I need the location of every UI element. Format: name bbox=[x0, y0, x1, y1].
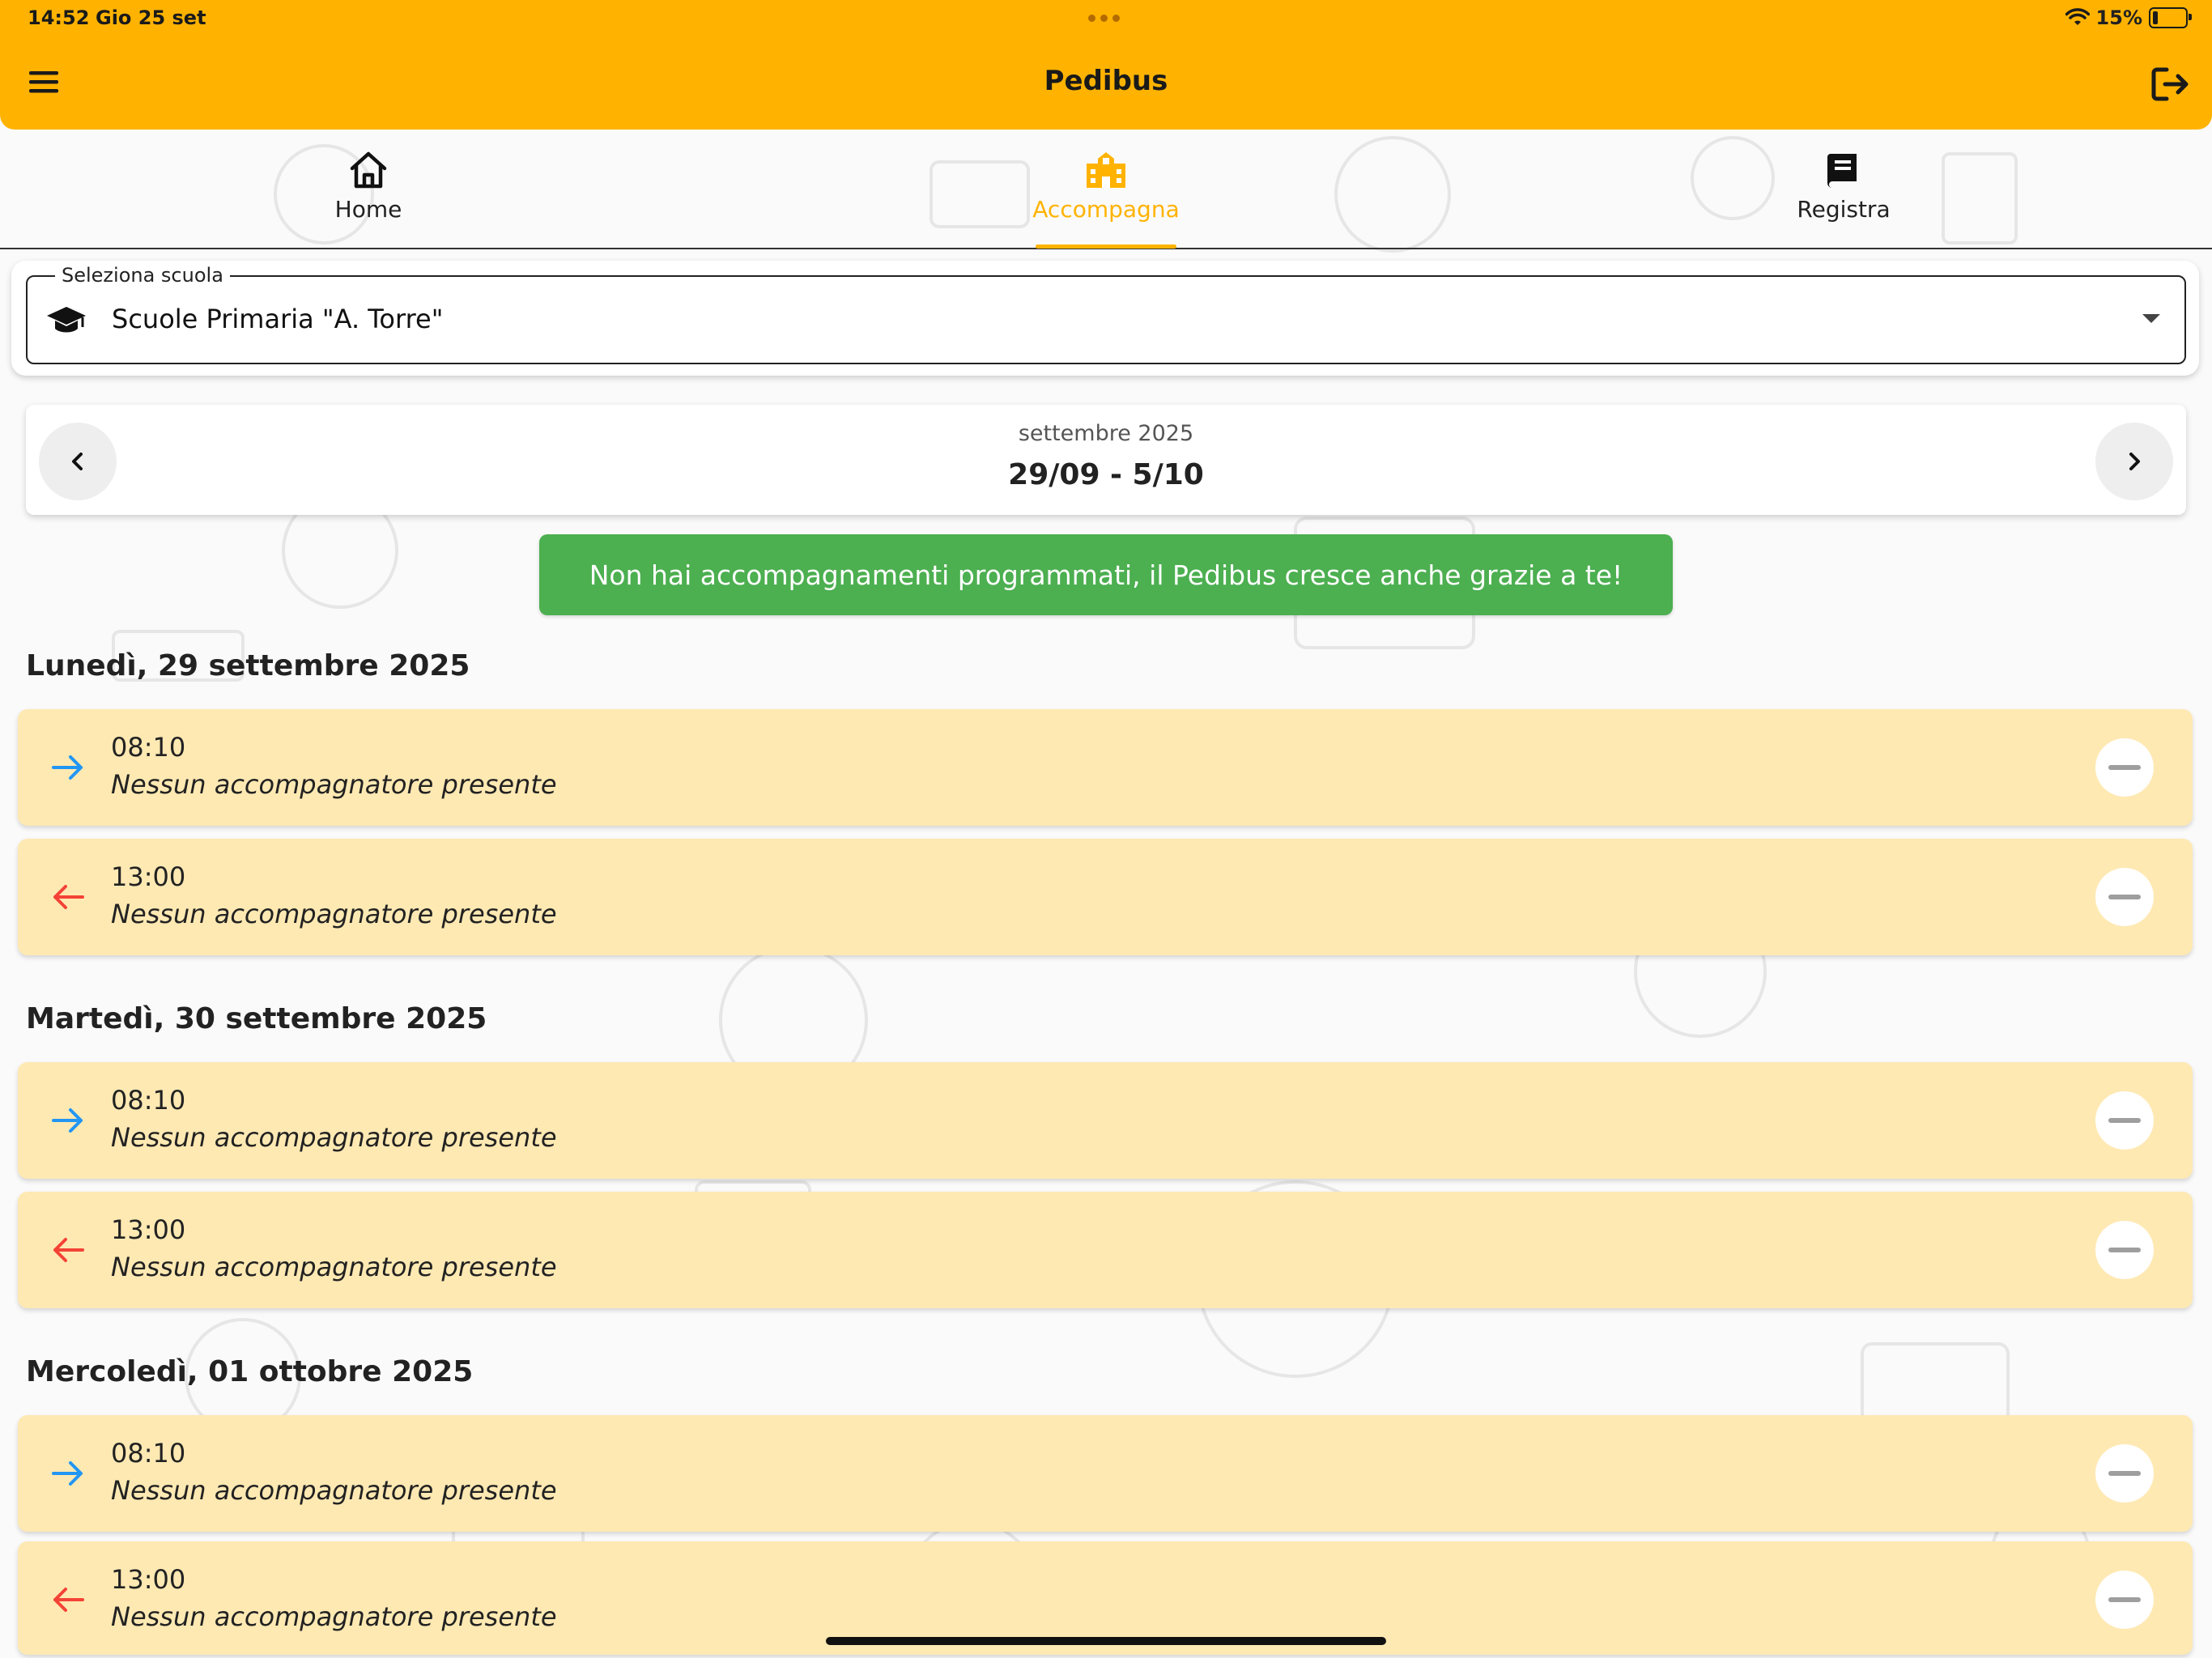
remove-button[interactable] bbox=[2095, 1444, 2154, 1503]
minus-icon bbox=[2108, 765, 2141, 770]
slot-status: Nessun accompagnatore presente bbox=[111, 1601, 557, 1632]
book-icon bbox=[1827, 154, 1857, 188]
slot-row[interactable]: 13:00 Nessun accompagnatore presente bbox=[18, 1192, 2193, 1308]
active-tab-indicator bbox=[1036, 244, 1176, 249]
minus-icon bbox=[2108, 895, 2141, 899]
slot-time: 13:00 bbox=[111, 1214, 186, 1245]
logout-icon[interactable] bbox=[2147, 62, 2193, 107]
info-banner: Non hai accompagnamenti programmati, il … bbox=[539, 534, 1673, 615]
status-date: Gio 25 set bbox=[96, 6, 206, 29]
slot-time: 08:10 bbox=[111, 1438, 186, 1469]
minus-icon bbox=[2108, 1248, 2141, 1252]
school-dropdown[interactable]: Seleziona scuola Scuole Primaria "A. Tor… bbox=[26, 264, 2186, 364]
slot-status: Nessun accompagnatore presente bbox=[111, 1475, 557, 1506]
slot-row[interactable]: 08:10 Nessun accompagnatore presente bbox=[18, 1415, 2193, 1532]
day-title: Lunedì, 29 settembre 2025 bbox=[26, 649, 470, 682]
minus-icon bbox=[2108, 1597, 2141, 1602]
home-icon bbox=[350, 151, 387, 189]
slot-status: Nessun accompagnatore presente bbox=[111, 1252, 557, 1282]
week-navigator: settembre 2025 29/09 - 5/10 bbox=[26, 405, 2186, 515]
arrow-left-icon bbox=[53, 1588, 84, 1612]
next-week-button[interactable] bbox=[2095, 423, 2173, 500]
multitasking-dots[interactable] bbox=[1088, 15, 1120, 22]
tab-home[interactable]: Home bbox=[206, 130, 530, 248]
slot-time: 08:10 bbox=[111, 1085, 186, 1116]
slot-row[interactable]: 13:00 Nessun accompagnatore presente bbox=[18, 839, 2193, 955]
arrow-left-icon bbox=[53, 1238, 84, 1262]
tab-accompagna[interactable]: Accompagna bbox=[944, 130, 1268, 248]
remove-button[interactable] bbox=[2095, 868, 2154, 926]
remove-button[interactable] bbox=[2095, 1091, 2154, 1150]
day-title: Martedì, 30 settembre 2025 bbox=[26, 1002, 487, 1035]
tab-bar: Home Accompagna Registra bbox=[0, 130, 2212, 249]
minus-icon bbox=[2108, 1118, 2141, 1123]
tab-registra[interactable]: Registra bbox=[1682, 130, 2006, 248]
arrow-left-icon bbox=[53, 885, 84, 909]
battery-icon bbox=[2149, 7, 2192, 28]
school-select-label: Seleziona scuola bbox=[55, 264, 230, 287]
slot-time: 13:00 bbox=[111, 1564, 186, 1595]
graduation-cap-icon bbox=[47, 307, 86, 333]
tab-accompagna-label: Accompagna bbox=[1032, 196, 1180, 223]
minus-icon bbox=[2108, 1471, 2141, 1476]
slot-row[interactable]: 08:10 Nessun accompagnatore presente bbox=[18, 1062, 2193, 1179]
week-month: settembre 2025 bbox=[1018, 421, 1194, 446]
home-indicator[interactable] bbox=[826, 1637, 1386, 1645]
day-title: Mercoledì, 01 ottobre 2025 bbox=[26, 1355, 474, 1388]
slot-time: 08:10 bbox=[111, 732, 186, 763]
remove-button[interactable] bbox=[2095, 1221, 2154, 1279]
app-bar: 14:52 Gio 25 set 15% Pedibus bbox=[0, 0, 2212, 130]
school-selected-value: Scuole Primaria "A. Torre" bbox=[112, 304, 444, 334]
school-select-card: Seleziona scuola Scuole Primaria "A. Tor… bbox=[11, 261, 2199, 376]
week-range: 29/09 - 5/10 bbox=[1008, 458, 1204, 491]
slot-row[interactable]: 08:10 Nessun accompagnatore presente bbox=[18, 709, 2193, 826]
tab-home-label: Home bbox=[334, 196, 402, 223]
status-indicators: 15% bbox=[2065, 6, 2192, 29]
school-building-icon bbox=[1087, 152, 1125, 188]
slot-status: Nessun accompagnatore presente bbox=[111, 1122, 557, 1153]
slot-status: Nessun accompagnatore presente bbox=[111, 899, 557, 929]
wifi-icon bbox=[2065, 8, 2090, 25]
battery-percent: 15% bbox=[2095, 6, 2142, 29]
chevron-right-icon bbox=[2129, 453, 2140, 470]
app-title: Pedibus bbox=[1044, 65, 1168, 97]
dropdown-caret-icon bbox=[2142, 314, 2160, 323]
arrow-right-icon bbox=[52, 755, 83, 780]
slot-time: 13:00 bbox=[111, 861, 186, 892]
remove-button[interactable] bbox=[2095, 738, 2154, 797]
tab-registra-label: Registra bbox=[1797, 196, 1891, 223]
remove-button[interactable] bbox=[2095, 1571, 2154, 1629]
status-time: 14:52 bbox=[28, 6, 90, 29]
arrow-right-icon bbox=[52, 1108, 83, 1133]
slot-status: Nessun accompagnatore presente bbox=[111, 769, 557, 800]
arrow-right-icon bbox=[52, 1461, 83, 1486]
